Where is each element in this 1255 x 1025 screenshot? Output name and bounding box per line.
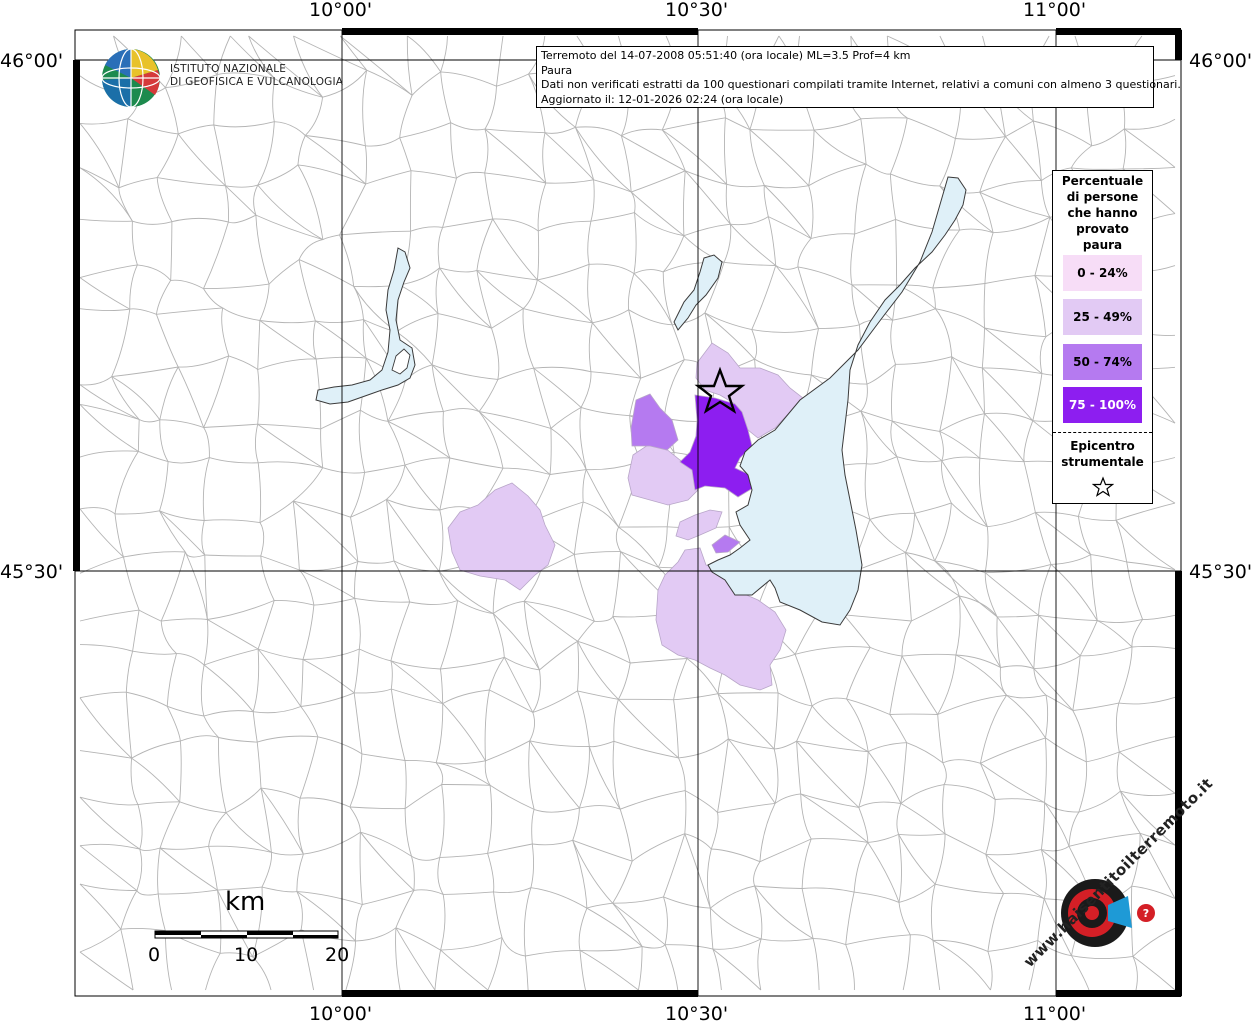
- legend-swatch: 50 - 74%: [1063, 344, 1142, 380]
- legend-title-line: Percentuale: [1053, 173, 1152, 189]
- intensity-map: ?: [0, 0, 1255, 1024]
- legend-title-line: provato: [1053, 221, 1152, 237]
- legend-separator: [1053, 432, 1152, 433]
- map-parameter: Paura: [541, 64, 1149, 79]
- lat-label-right: 46°00': [1189, 50, 1252, 72]
- map-frame: [75, 30, 1181, 996]
- legend-title-line: che hanno: [1053, 205, 1152, 221]
- scale-tick-label: 10: [234, 944, 258, 966]
- lon-label-top: 10°00': [309, 0, 372, 21]
- logo-line: DI GEOFISICA E VULCANOLOGIA: [170, 76, 343, 89]
- update-timestamp: Aggiornato il: 12-01-2026 02:24 (ora loc…: [541, 93, 1149, 108]
- lon-label-top: 11°00': [1023, 0, 1086, 21]
- lat-label-right: 45°30': [1189, 561, 1252, 583]
- legend-title-line: di persone: [1053, 189, 1152, 205]
- event-info-box: Terremoto del 14-07-2008 05:51:40 (ora l…: [536, 46, 1154, 108]
- scale-tick-label: 0: [148, 944, 160, 966]
- svg-text:?: ?: [1143, 907, 1149, 920]
- lon-label-bottom: 10°30': [665, 1003, 728, 1025]
- legend-title: Percentuale di persone che hanno provato…: [1053, 173, 1152, 253]
- epicenter-label-line: strumentale: [1053, 454, 1152, 470]
- legend-title-line: paura: [1053, 237, 1152, 253]
- scale-bar: [155, 931, 338, 938]
- ingv-logo-text: ISTITUTO NAZIONALE DI GEOFISICA E VULCAN…: [170, 63, 343, 89]
- lat-label-left: 45°30': [0, 561, 63, 583]
- epicenter-label-line: Epicentro: [1053, 438, 1152, 454]
- scale-unit: km: [225, 887, 265, 917]
- lon-label-bottom: 11°00': [1023, 1003, 1086, 1025]
- data-disclaimer: Dati non verificati estratti da 100 ques…: [541, 78, 1149, 93]
- lat-label-left: 46°00': [0, 50, 63, 72]
- legend-swatch: 0 - 24%: [1063, 255, 1142, 291]
- lon-label-top: 10°30': [665, 0, 728, 21]
- legend-swatch: 75 - 100%: [1063, 387, 1142, 423]
- scale-tick-label: 20: [325, 944, 349, 966]
- epicenter-legend-label: Epicentro strumentale: [1053, 438, 1152, 470]
- legend: Percentuale di persone che hanno provato…: [1052, 170, 1153, 504]
- event-title: Terremoto del 14-07-2008 05:51:40 (ora l…: [541, 49, 1149, 64]
- ingv-logo-icon: [102, 49, 160, 107]
- lon-label-bottom: 10°00': [309, 1003, 372, 1025]
- epicenter-legend-star-icon: [1092, 476, 1114, 498]
- legend-swatch: 25 - 49%: [1063, 299, 1142, 335]
- logo-line: ISTITUTO NAZIONALE: [170, 63, 343, 76]
